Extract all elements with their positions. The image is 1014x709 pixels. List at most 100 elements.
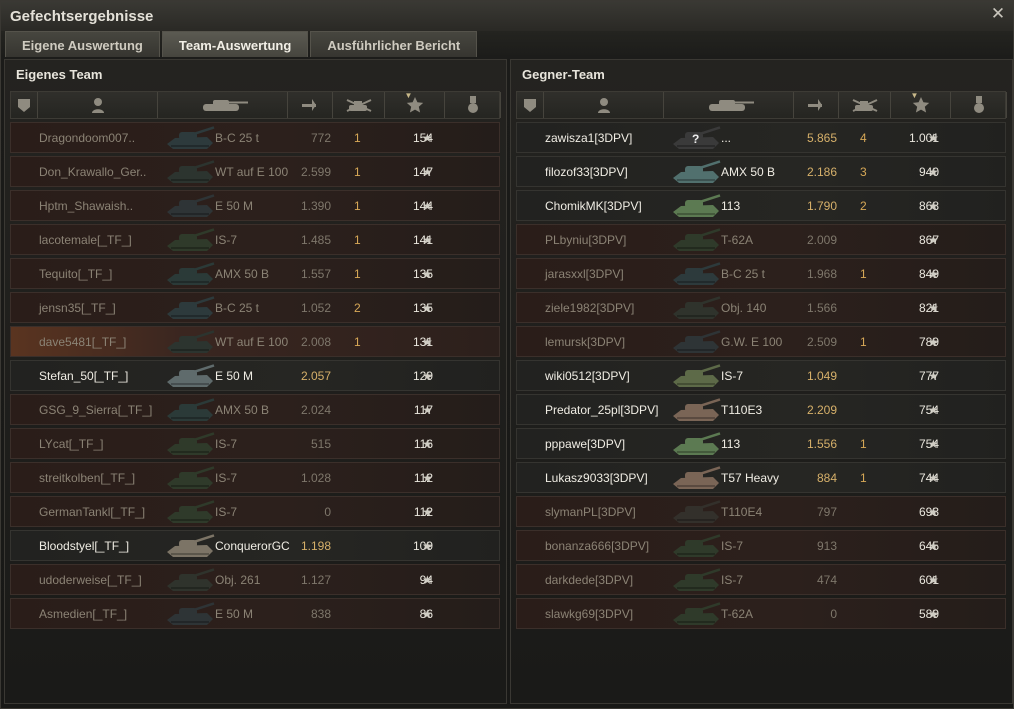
column-header-kills[interactable] — [333, 92, 385, 118]
column-header-kills[interactable] — [839, 92, 891, 118]
player-name: Hptm_Shawaish.. — [39, 199, 134, 213]
tank-name: B-C 25 t — [215, 301, 260, 315]
player-row[interactable]: streitkolben[_TF_] IS-7 1.028 112 ★ — [10, 462, 500, 493]
player-row[interactable]: Bloodstyel[_TF_] ConquerorGC 1.198 109 ★ — [10, 530, 500, 561]
player-row[interactable]: dave5481[_TF_] WT auf E 100 2.008 1 131 ★ — [10, 326, 500, 357]
damage-value: 1.052 — [300, 301, 331, 315]
window-title: Gefechtsergebnisse — [10, 8, 154, 25]
kills-value: 2 — [860, 199, 867, 213]
star-icon: ★ — [422, 369, 433, 383]
player-row[interactable]: GermanTankl[_TF_] IS-7 0 112 ★ — [10, 496, 500, 527]
tank-icon — [669, 192, 723, 220]
tank-icon: ? — [669, 124, 723, 152]
kills-value: 1 — [860, 267, 867, 281]
tank-name: AMX 50 B — [215, 403, 270, 417]
tank-name: E 50 M — [215, 199, 254, 213]
tank-icon — [163, 396, 217, 424]
column-header-experience-star[interactable]: ▼ — [385, 91, 445, 118]
column-header-platoon[interactable] — [11, 92, 38, 118]
kills-value: 1 — [860, 471, 867, 485]
star-icon: ★ — [928, 539, 939, 553]
player-name: LYcat[_TF_] — [39, 437, 104, 451]
column-header-medal[interactable] — [951, 92, 1007, 118]
tab-ausfuehrlicher-bericht[interactable]: Ausführlicher Bericht — [310, 31, 478, 57]
star-icon: ★ — [928, 301, 939, 315]
player-row[interactable]: Tequito[_TF_] AMX 50 B 1.557 1 135 ★ — [10, 258, 500, 289]
damage-value: 1.485 — [300, 233, 331, 247]
tab-team-auswertung[interactable]: Team-Auswertung — [161, 31, 309, 57]
tank-name: WT auf E 100 — [215, 335, 289, 349]
column-header-damage[interactable] — [794, 92, 839, 118]
damage-value: 515 — [310, 437, 331, 451]
player-row[interactable]: filozof33[3DPV] AMX 50 B 2.186 3 940 ★ — [516, 156, 1006, 187]
player-row[interactable]: zawisza1[3DPV]?... 5.865 4 1.001 ★ — [516, 122, 1006, 153]
player-row[interactable]: Stefan_50[_TF_] E 50 M 2.057 129 ★ — [10, 360, 500, 391]
kills-value: 4 — [860, 131, 867, 145]
column-header-damage[interactable] — [288, 92, 333, 118]
tank-name: T-62A — [721, 607, 754, 621]
tank-icon — [163, 158, 217, 186]
player-row[interactable]: Lukasz9033[3DPV] T57 Heavy 884 1 744 ★ — [516, 462, 1006, 493]
player-name: Lukasz9033[3DPV] — [545, 471, 648, 485]
player-row[interactable]: Asmedien[_TF_] E 50 M 838 86 ★ — [10, 598, 500, 629]
battle-results-window: Gefechtsergebnisse ✕ Eigene Auswertung T… — [0, 0, 1014, 709]
tank-name: IS-7 — [215, 471, 238, 485]
star-icon: ★ — [422, 301, 433, 315]
damage-value: 0 — [830, 607, 837, 621]
player-row[interactable]: wiki0512[3DPV] IS-7 1.049 777 ★ — [516, 360, 1006, 391]
column-header-player[interactable] — [544, 92, 664, 118]
player-row[interactable]: LYcat[_TF_] IS-7 515 116 ★ — [10, 428, 500, 459]
player-name: streitkolben[_TF_] — [39, 471, 136, 485]
player-row[interactable]: darkdede[3DPV] IS-7 474 601 ★ — [516, 564, 1006, 595]
player-row[interactable]: pppawe[3DPV] 113 1.556 1 754 ★ — [516, 428, 1006, 459]
player-row[interactable]: lacotemale[_TF_] IS-7 1.485 1 141 ★ — [10, 224, 500, 255]
tab-eigene-auswertung[interactable]: Eigene Auswertung — [5, 31, 160, 57]
damage-value: 1.557 — [300, 267, 331, 281]
player-name: darkdede[3DPV] — [545, 573, 634, 587]
player-row[interactable]: ChomikMK[3DPV] 113 1.790 2 868 ★ — [516, 190, 1006, 221]
column-header-vehicle[interactable] — [664, 92, 794, 118]
enemy-team-title: Gegner-Team — [522, 67, 605, 82]
tank-icon — [669, 566, 723, 594]
damage-value: 838 — [310, 607, 331, 621]
player-name: ChomikMK[3DPV] — [545, 199, 642, 213]
damage-value: 2.024 — [300, 403, 331, 417]
damage-value: 2.009 — [806, 233, 837, 247]
tank-icon — [669, 294, 723, 322]
player-name: lacotemale[_TF_] — [39, 233, 132, 247]
player-name: Predator_25pl[3DPV] — [545, 403, 659, 417]
column-header-experience-star[interactable]: ▼ — [891, 91, 951, 118]
player-row[interactable]: PLbyniu[3DPV] T-62A 2.009 867 ★ — [516, 224, 1006, 255]
player-row[interactable]: slawkg69[3DPV] T-62A 0 589 ★ — [516, 598, 1006, 629]
player-row[interactable]: GSG_9_Sierra[_TF_] AMX 50 B 2.024 117 ★ — [10, 394, 500, 425]
player-name: Asmedien[_TF_] — [39, 607, 128, 621]
star-icon: ★ — [422, 233, 433, 247]
column-header-platoon[interactable] — [517, 92, 544, 118]
player-row[interactable]: slymanPL[3DPV] T110E4 797 693 ★ — [516, 496, 1006, 527]
player-name: bonanza666[3DPV] — [545, 539, 650, 553]
kills-icon — [850, 97, 880, 113]
player-row[interactable]: jarasxxl[3DPV] B-C 25 t 1.968 1 849 ★ — [516, 258, 1006, 289]
close-icon[interactable]: ✕ — [989, 5, 1007, 23]
player-row[interactable]: Dragondoom007.. B-C 25 t 772 1 154 ★ — [10, 122, 500, 153]
tank-icon — [163, 294, 217, 322]
player-row[interactable]: udoderweise[_TF_] Obj. 261 1.127 94 ★ — [10, 564, 500, 595]
player-row[interactable]: Don_Krawallo_Ger.. WT auf E 100 2.599 1 147 ★ — [10, 156, 500, 187]
kills-value: 1 — [354, 131, 361, 145]
column-header-medal[interactable] — [445, 92, 501, 118]
player-row[interactable]: bonanza666[3DPV] IS-7 913 645 ★ — [516, 530, 1006, 561]
player-row[interactable]: Predator_25pl[3DPV] T110E3 2.209 754 ★ — [516, 394, 1006, 425]
damage-icon — [806, 97, 826, 113]
column-header-player[interactable] — [38, 92, 158, 118]
player-row[interactable]: jensn35[_TF_] B-C 25 t 1.052 2 135 ★ — [10, 292, 500, 323]
player-row[interactable]: ziele1982[3DPV] Obj. 140 1.566 821 ★ — [516, 292, 1006, 323]
star-icon: ★ — [928, 403, 939, 417]
star-icon: ★ — [928, 199, 939, 213]
player-row[interactable]: Hptm_Shawaish.. E 50 M 1.390 1 144 ★ — [10, 190, 500, 221]
column-header-vehicle[interactable] — [158, 92, 288, 118]
kills-value: 1 — [354, 233, 361, 247]
tank-icon — [669, 260, 723, 288]
tank-name: T-62A — [721, 233, 754, 247]
tank-name: ConquerorGC — [215, 539, 290, 553]
player-row[interactable]: lemursk[3DPV] G.W. E 100 2.509 1 789 ★ — [516, 326, 1006, 357]
